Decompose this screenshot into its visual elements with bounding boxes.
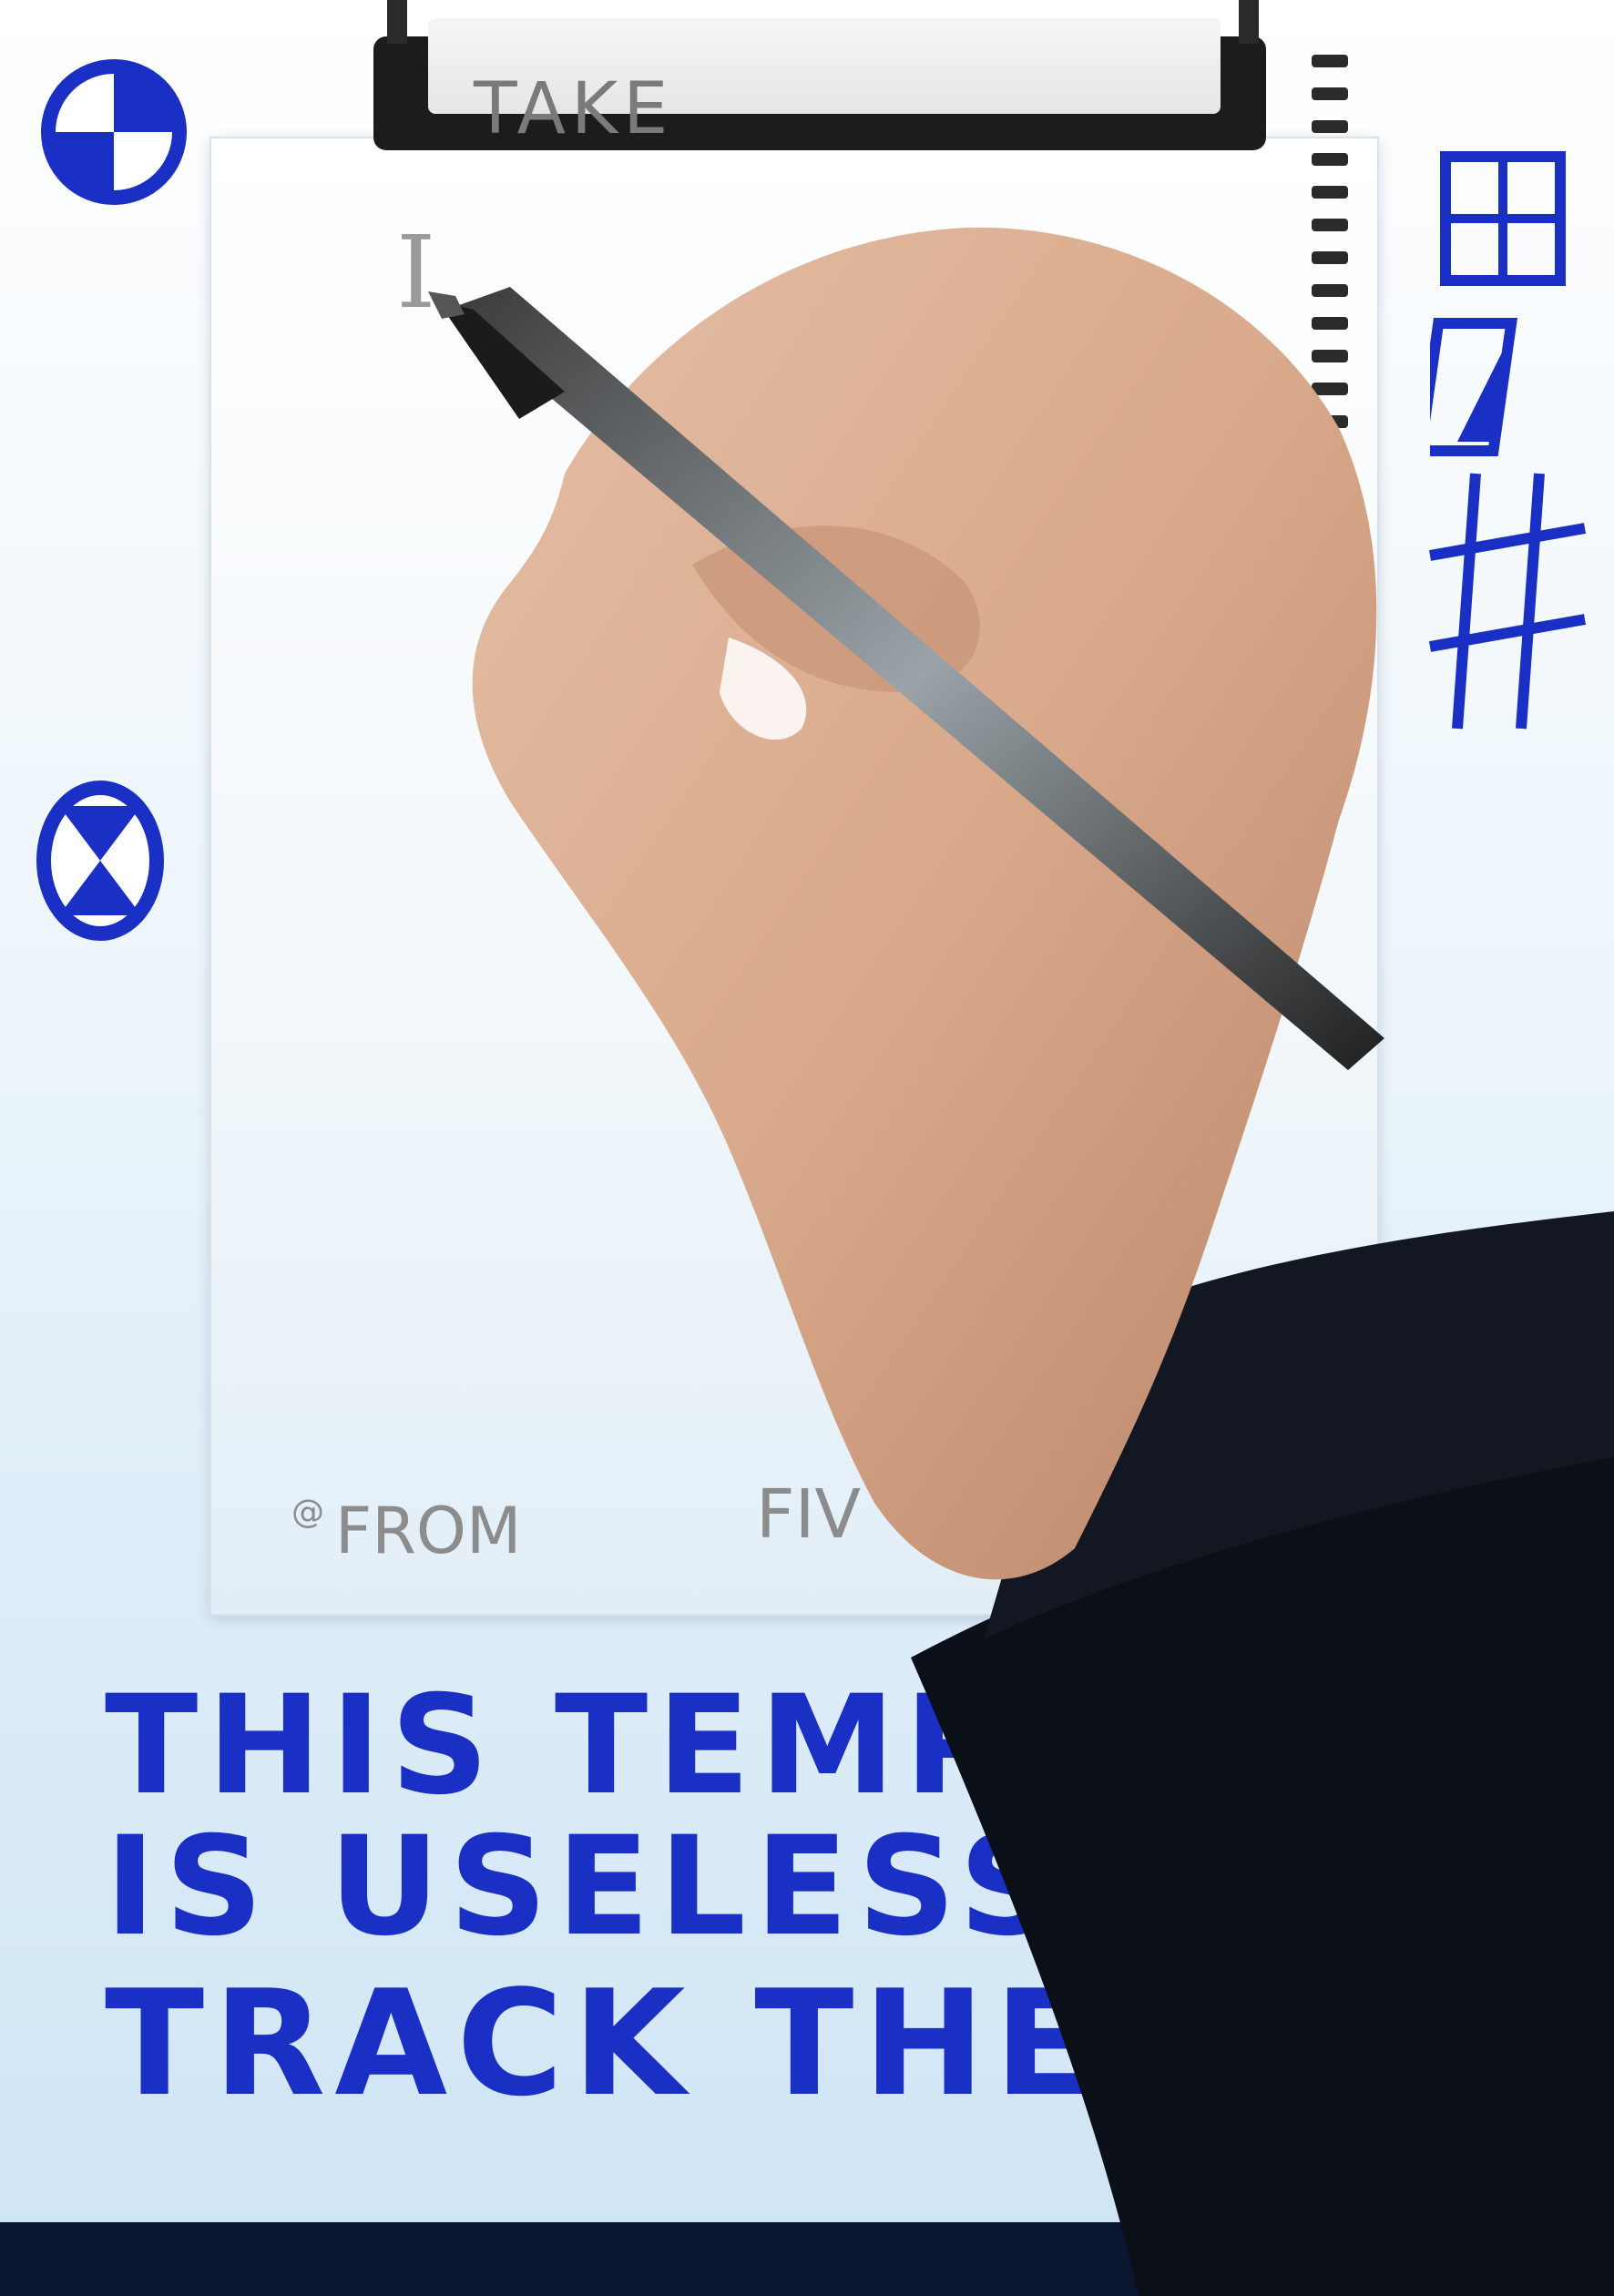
photo-scene: TAKE I @ FROM FIV THIS TEMPL IS USELESS T… xyxy=(0,0,1614,2296)
hand-with-pen xyxy=(428,227,1614,2296)
